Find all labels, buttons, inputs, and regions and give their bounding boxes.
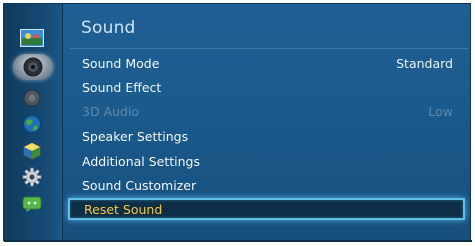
sound-icon[interactable]	[13, 54, 53, 80]
menu-item-value: Low	[428, 103, 453, 119]
menu-item-sound-customizer[interactable]: Sound Customizer	[68, 174, 465, 196]
gear-icon[interactable]	[19, 167, 45, 187]
tv-menu-screen: Sound Sound Mode Standard Sound Effect 3…	[3, 3, 472, 242]
menu-item-reset-sound[interactable]: Reset Sound	[68, 198, 465, 220]
menu-item-label: Additional Settings	[82, 153, 200, 169]
menu-item-sound-mode[interactable]: Sound Mode Standard	[68, 52, 465, 74]
title-divider	[70, 48, 468, 49]
menu-item-label: Sound Customizer	[82, 177, 197, 193]
support-icon[interactable]	[19, 194, 45, 214]
picture-icon[interactable]	[19, 28, 45, 48]
bottom-border	[4, 240, 472, 242]
menu-item-label: Sound Mode	[82, 55, 160, 71]
menu-item-label: Speaker Settings	[82, 128, 189, 144]
menu-item-sound-effect[interactable]: Sound Effect	[68, 76, 465, 98]
menu-item-3d-audio: 3D Audio Low	[68, 100, 465, 122]
category-sidebar	[4, 4, 63, 240]
system-icon[interactable]	[19, 141, 45, 161]
menu-item-value: Standard	[396, 55, 453, 71]
page-title: Sound	[81, 18, 136, 38]
menu-item-additional-settings[interactable]: Additional Settings	[68, 150, 465, 172]
network-icon[interactable]	[19, 114, 45, 134]
menu-item-label: 3D Audio	[82, 103, 140, 119]
menu-item-label: Sound Effect	[82, 79, 162, 95]
broadcast-icon[interactable]	[19, 88, 45, 108]
menu-item-speaker-settings[interactable]: Speaker Settings	[68, 125, 465, 147]
menu-item-label: Reset Sound	[84, 201, 163, 217]
